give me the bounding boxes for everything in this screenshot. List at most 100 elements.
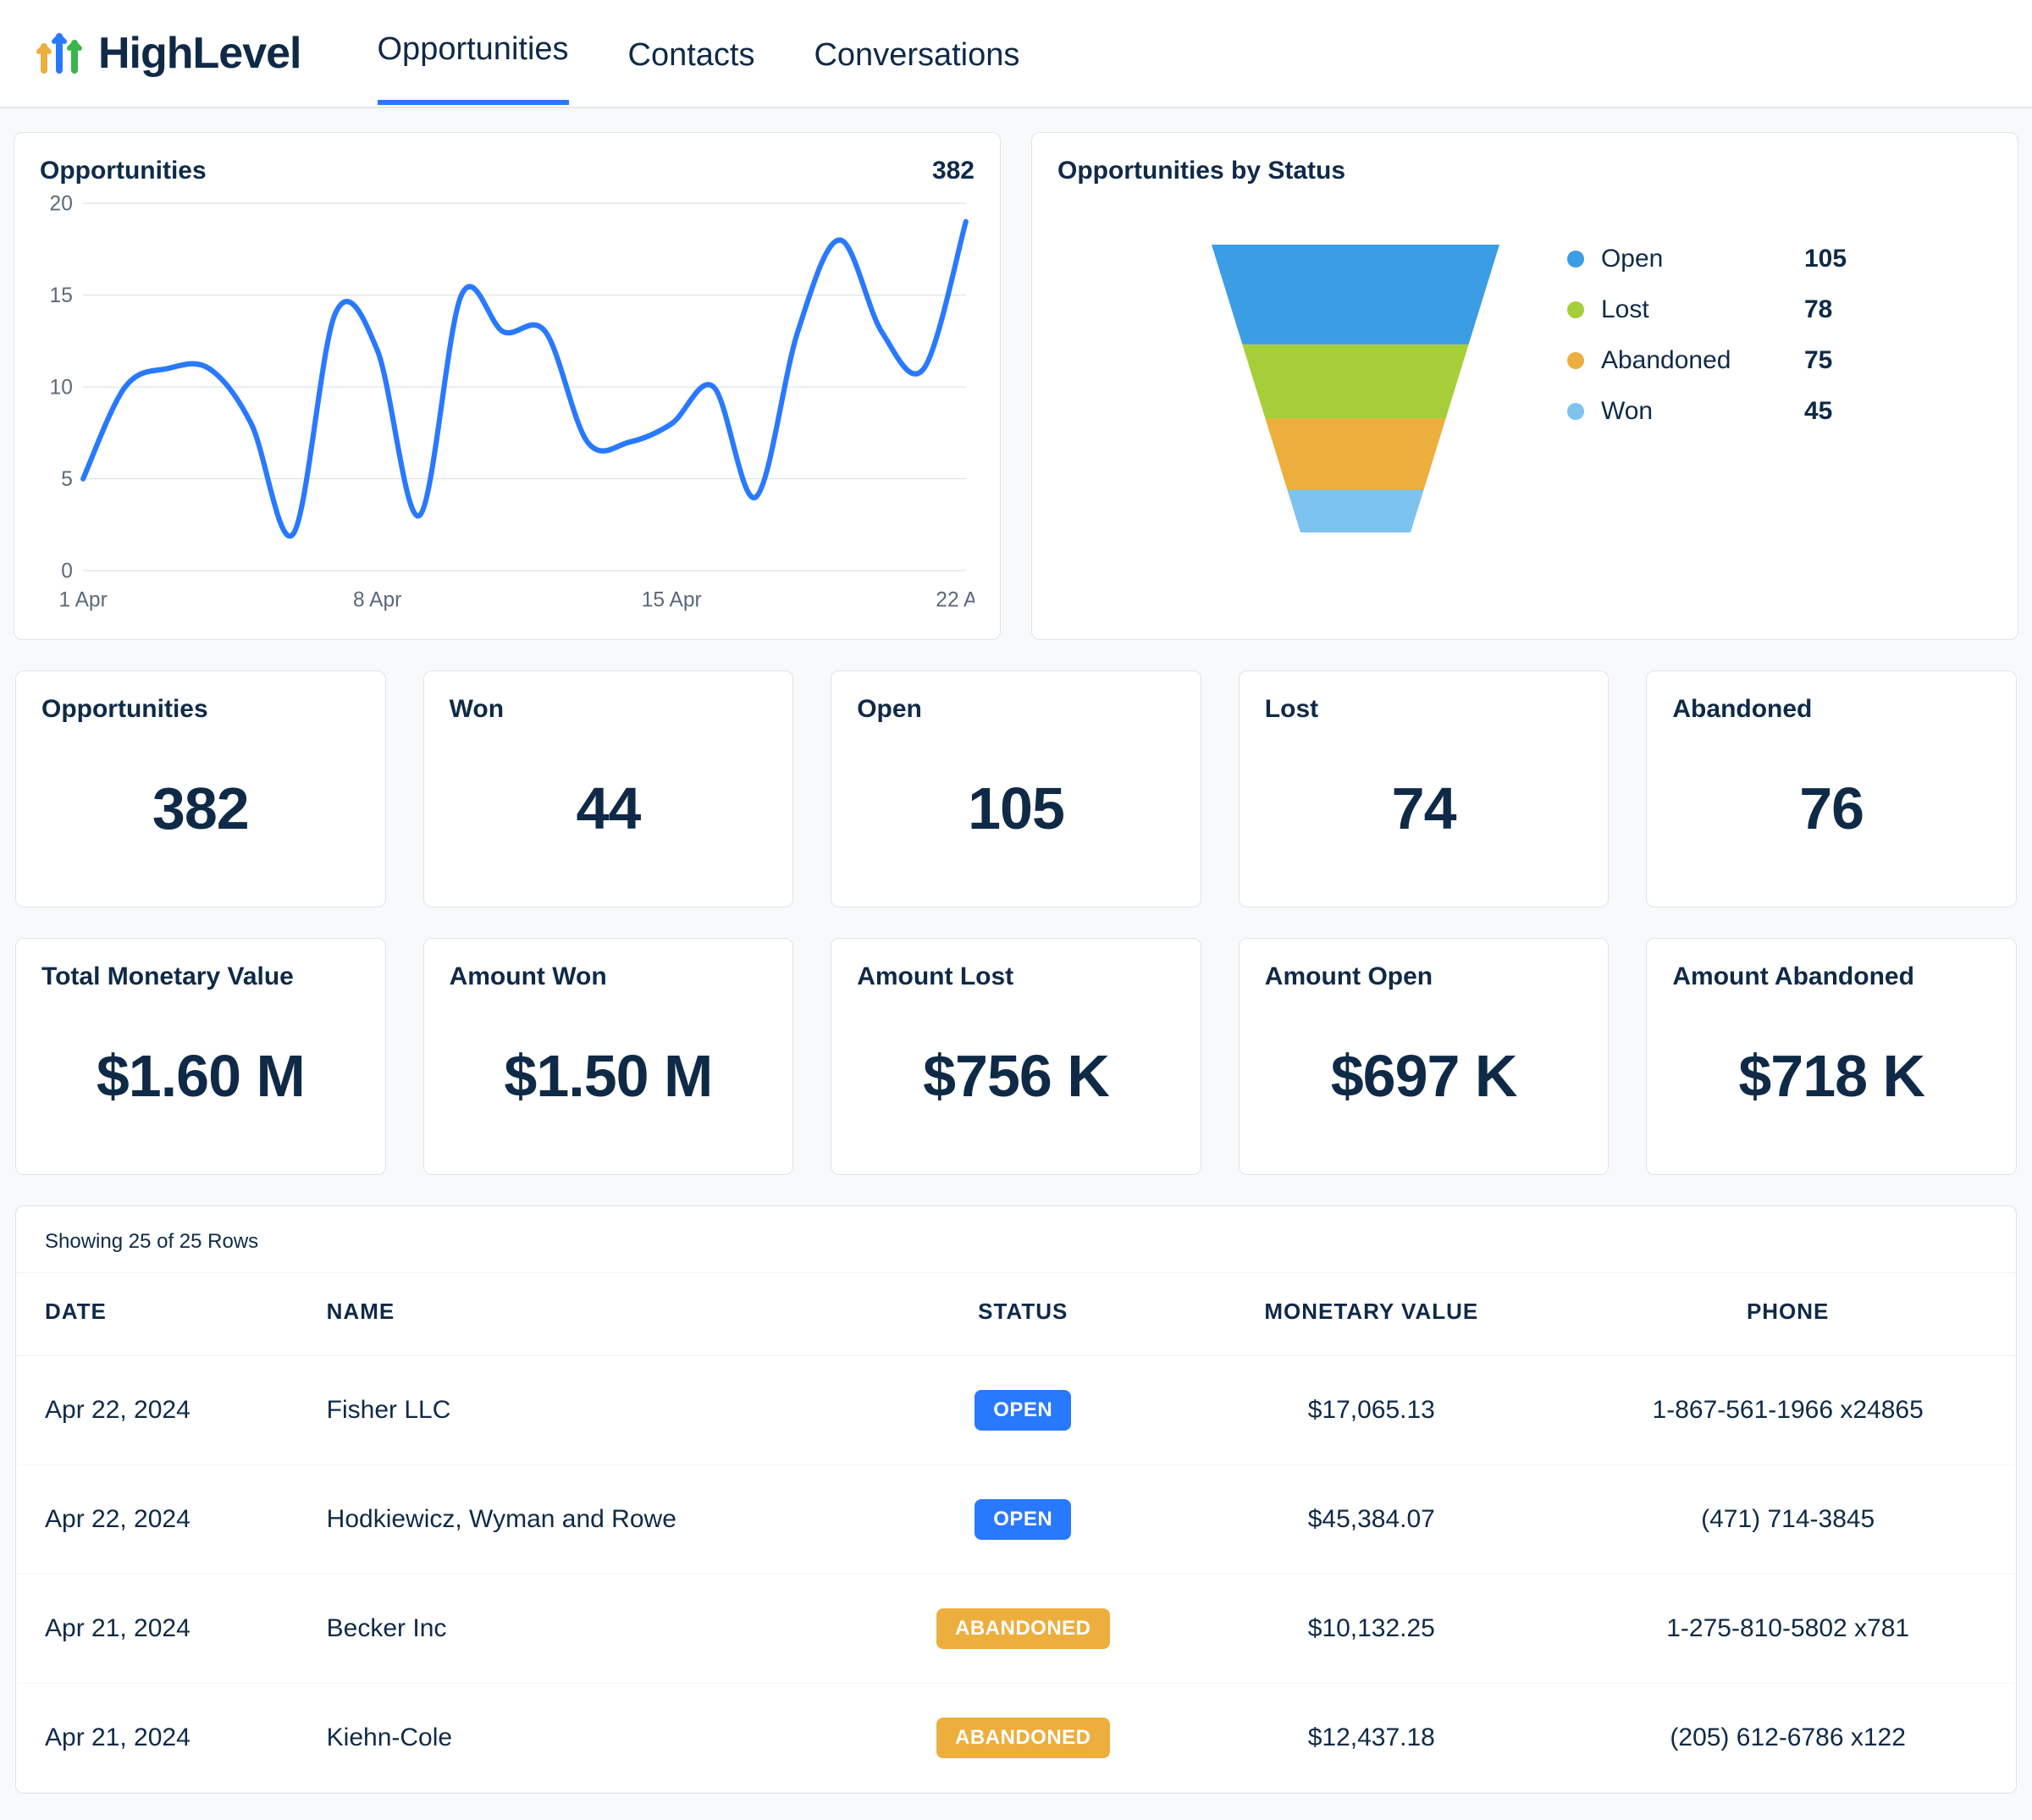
legend-dot-icon [1567,301,1584,318]
cell-value: $10,132.25 [1183,1575,1560,1684]
stat-counts-row: Opportunities 382 Won 44 Open 105 Lost 74 Abando… [14,670,2018,907]
dashboard-content: Opportunities 382 051015201 Apr8 Apr15 A… [0,108,2032,1817]
funnel-legend: Open 105 Lost 78 Abandoned 75 Won 45 [1567,245,1847,426]
stat-label: Amount Won [450,962,768,991]
stat-label: Opportunities [41,695,360,724]
col-date[interactable]: DATE [16,1273,298,1356]
stat-count-card-4: Abandoned76 [1646,670,2017,907]
brand-logo-icon [34,28,85,80]
svg-text:22 Apr: 22 Apr [936,587,975,611]
svg-text:15: 15 [50,284,73,307]
table-body: Apr 22, 2024Fisher LLC OPEN $17,065.131-86… [16,1356,2016,1793]
charts-row: Opportunities 382 051015201 Apr8 Apr15 A… [14,132,2018,640]
stat-money-card-4: Amount Abandoned $718 K [1646,938,2017,1175]
cell-date: Apr 21, 2024 [16,1684,298,1793]
nav-tabs: Opportunities Contacts Conversations [378,2,1020,106]
svg-text:1 Apr: 1 Apr [58,587,107,611]
cell-name: Fisher LLC [298,1356,864,1465]
status-badge: ABANDONED [936,1718,1110,1758]
col-monetary-value[interactable]: MONETARY VALUE [1183,1273,1560,1356]
status-badge: ABANDONED [936,1608,1110,1649]
stat-money-card-0: Total Monetary Value$1.60 M [15,938,386,1175]
tab-opportunities[interactable]: Opportunities [378,3,569,105]
legend-value: 78 [1804,295,1832,324]
stat-value: $1.60 M [41,1042,360,1110]
legend-dot-icon [1567,403,1584,420]
legend-label: Open [1601,245,1787,273]
stat-count-card-0: Opportunities 382 [15,670,386,907]
status-badge: OPEN [975,1499,1071,1540]
opportunities-table: DATENAMESTATUSMONETARY VALUEPHONE Apr 22… [16,1273,2016,1793]
cell-status: OPEN [863,1465,1183,1575]
legend-value: 75 [1804,346,1832,375]
line-chart-total: 382 [932,157,975,185]
legend-label: Won [1601,397,1787,426]
legend-label: Lost [1601,295,1787,324]
stat-money-row: Total Monetary Value$1.60 M Amount Won $1.… [14,938,2018,1175]
stat-value: $697 K [1265,1042,1583,1110]
stat-value: 105 [857,775,1175,842]
legend-item-open: Open 105 [1567,245,1847,273]
stat-label: Abandoned [1672,695,1991,724]
cell-date: Apr 22, 2024 [16,1356,298,1465]
cell-name: Hodkiewicz, Wyman and Rowe [298,1465,864,1575]
stat-count-card-2: Open 105 [831,670,1201,907]
line-chart-title: Opportunities [40,157,207,185]
cell-phone: (205) 612-6786 x122 [1560,1684,2016,1793]
brand-name: HighLevel [98,28,301,79]
stat-money-card-3: Amount Open$697 K [1239,938,1610,1175]
cell-status: ABANDONED [863,1684,1183,1793]
opportunities-table-card: Showing 25 of 25 Rows DATENAMESTATUSMONE… [15,1205,2017,1794]
stat-label: Open [857,695,1175,724]
cell-value: $12,437.18 [1183,1684,1560,1793]
svg-text:0: 0 [61,559,73,582]
cell-date: Apr 21, 2024 [16,1575,298,1684]
col-name[interactable]: NAME [298,1273,864,1356]
stat-label: Lost [1265,695,1583,724]
legend-value: 105 [1804,245,1847,273]
cell-phone: (471) 714-3845 [1560,1465,2016,1575]
cell-value: $17,065.13 [1183,1356,1560,1465]
svg-text:10: 10 [50,375,73,399]
cell-status: ABANDONED [863,1575,1183,1684]
tab-conversations[interactable]: Conversations [814,2,1019,106]
stat-label: Won [450,695,768,724]
stat-value: $756 K [857,1042,1175,1110]
stat-count-card-1: Won 44 [423,670,794,907]
col-phone[interactable]: PHONE [1560,1273,2016,1356]
table-row[interactable]: Apr 22, 2024Fisher LLC OPEN $17,065.131-86… [16,1356,2016,1465]
stat-value: $718 K [1672,1042,1991,1110]
line-chart: 051015201 Apr8 Apr15 Apr22 Apr [40,185,975,615]
stat-money-card-1: Amount Won $1.50 M [423,938,794,1175]
stat-value: 44 [450,775,768,842]
top-nav: HighLevel Opportunities Contacts Conversat… [0,0,2032,108]
stat-value: 382 [41,775,360,842]
stat-value: 74 [1265,775,1583,842]
stat-value: $1.50 M [450,1042,768,1110]
stat-money-card-2: Amount Lost $756 K [831,938,1201,1175]
legend-item-abandoned: Abandoned 75 [1567,346,1847,375]
table-row[interactable]: Apr 22, 2024Hodkiewicz, Wyman and RoweOP… [16,1465,2016,1575]
table-row[interactable]: Apr 21, 2024Becker IncABANDONED$10,132.2… [16,1575,2016,1684]
funnel-chart [1203,236,1508,541]
svg-text:15 Apr: 15 Apr [642,587,702,611]
opportunities-line-chart-card: Opportunities 382 051015201 Apr8 Apr15 A… [14,132,1001,640]
stat-label: Amount Lost [857,962,1175,991]
funnel-title: Opportunities by Status [1057,157,1992,185]
cell-name: Kiehn-Cole [298,1684,864,1793]
stat-count-card-3: Lost 74 [1239,670,1610,907]
status-badge: OPEN [975,1390,1071,1431]
legend-dot-icon [1567,352,1584,369]
table-meta: Showing 25 of 25 Rows [16,1206,2016,1273]
legend-label: Abandoned [1601,346,1787,375]
col-status[interactable]: STATUS [863,1273,1183,1356]
legend-dot-icon [1567,251,1584,267]
cell-phone: 1-275-810-5802 x781 [1560,1575,2016,1684]
legend-value: 45 [1804,397,1832,426]
cell-phone: 1-867-561-1966 x24865 [1560,1356,2016,1465]
tab-contacts[interactable]: Contacts [628,2,755,106]
table-row[interactable]: Apr 21, 2024Kiehn-Cole ABANDONED $12,437.1… [16,1684,2016,1793]
svg-text:8 Apr: 8 Apr [353,587,401,611]
legend-item-lost: Lost 78 [1567,295,1847,324]
stat-label: Amount Abandoned [1672,962,1991,991]
